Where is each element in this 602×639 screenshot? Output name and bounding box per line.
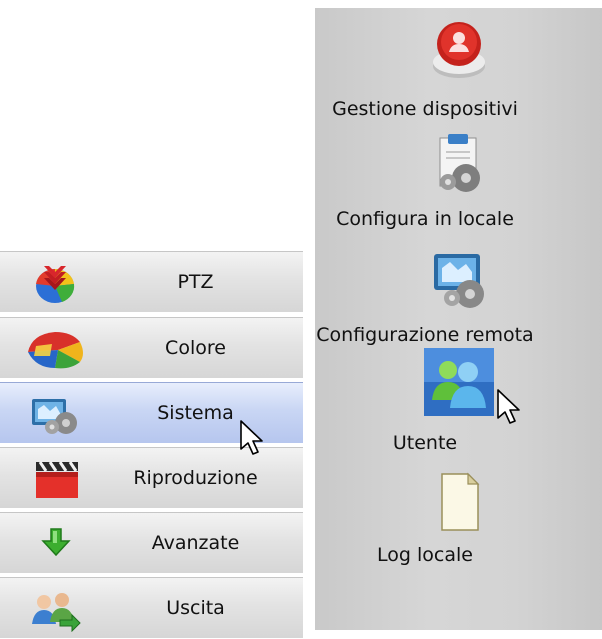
exit-icon (22, 586, 88, 632)
panel-item-label: Gestione dispositivi (332, 98, 518, 120)
menu-item-label: Avanzate (151, 532, 240, 554)
mouse-cursor-icon (495, 388, 525, 428)
local-log-icon (424, 470, 494, 538)
panel-item-label: Utente (392, 432, 458, 454)
user-icon (424, 348, 494, 416)
menu-item-label: Colore (165, 337, 226, 359)
panel-item-label: Configura in locale (336, 208, 514, 230)
panel-item-label: Configurazione remota (316, 324, 534, 346)
menu-item-ptz[interactable]: PTZ (0, 251, 303, 312)
menu-item-avanzate[interactable]: Avanzate (0, 512, 303, 573)
playback-icon (22, 456, 88, 502)
local-config-icon (424, 132, 494, 200)
config-panel: Gestione dispositivi Configura in locale (315, 8, 602, 630)
ptz-icon (22, 260, 88, 306)
panel-item-label: Log locale (377, 544, 473, 566)
mouse-cursor-icon (238, 419, 268, 459)
remote-config-icon (424, 246, 494, 314)
device-manager-icon (424, 16, 494, 84)
menu-item-label: PTZ (177, 271, 214, 293)
color-icon (22, 326, 88, 372)
arrow-down-icon (22, 521, 88, 567)
menu-item-uscita[interactable]: Uscita (0, 577, 303, 638)
main-menu: PTZ Colore Sistema Riproduzione Avanzate… (0, 251, 303, 638)
menu-item-colore[interactable]: Colore (0, 317, 303, 378)
system-icon (22, 391, 88, 437)
